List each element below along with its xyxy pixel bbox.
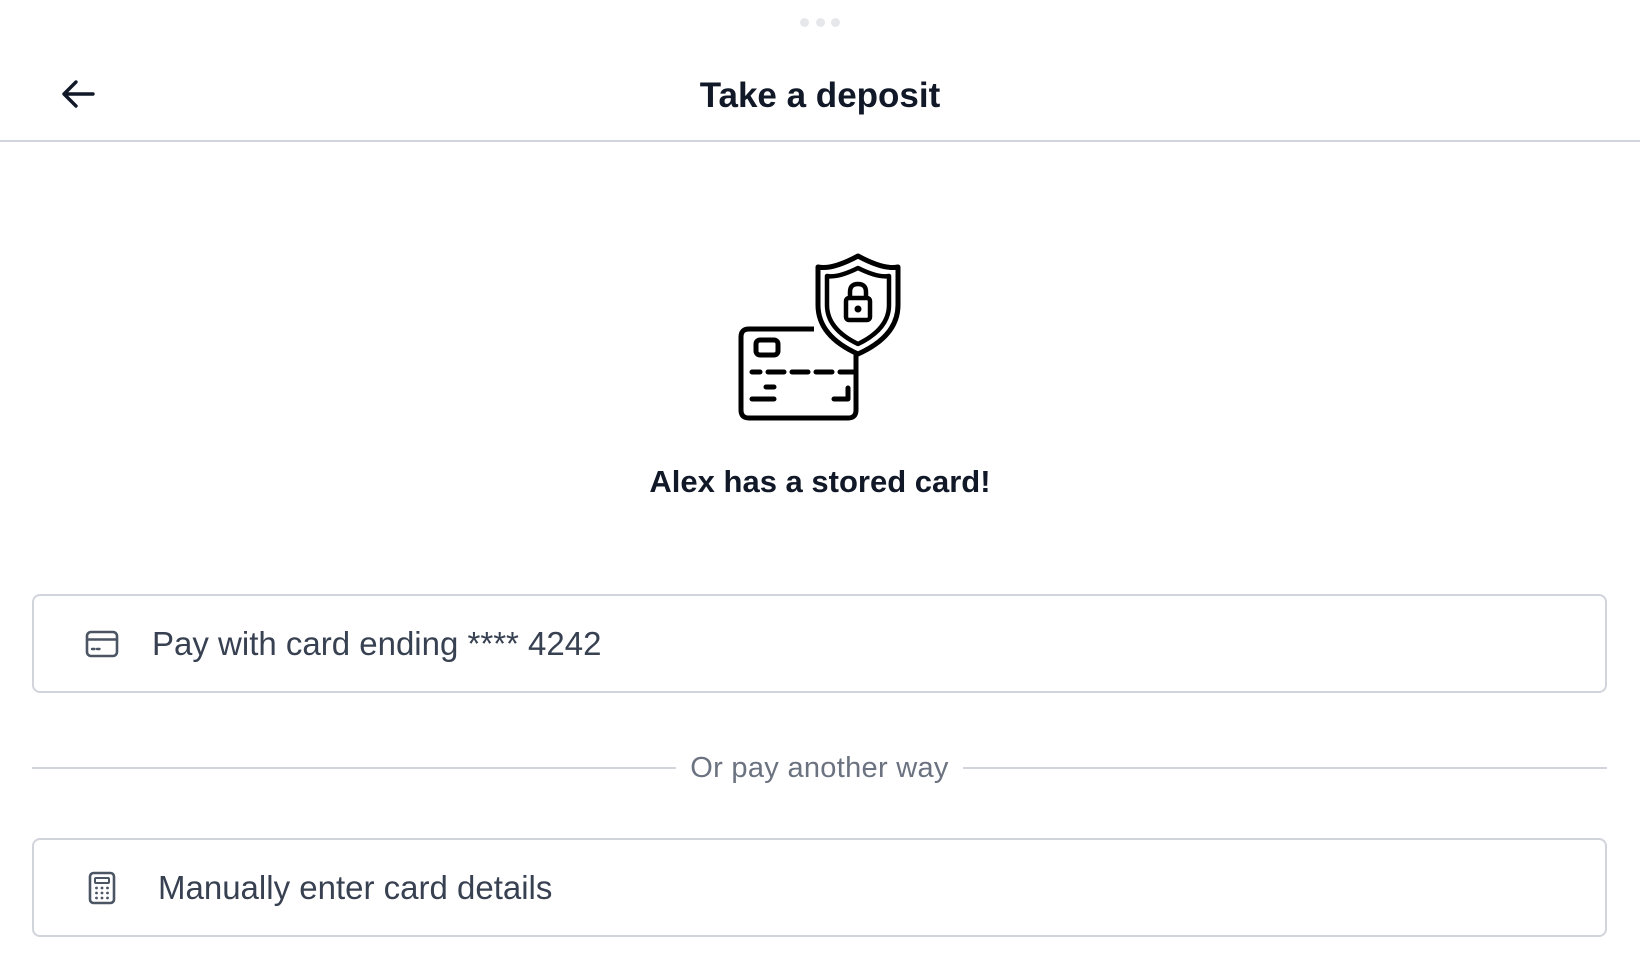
header: Take a deposit [0,0,1640,142]
manual-entry-label: Manually enter card details [158,868,553,906]
or-divider: Or pay another way [32,748,1608,788]
stored-card-message: Alex has a stored card! [649,464,991,499]
card-shield-lock-icon [736,250,906,424]
divider-text: Or pay another way [690,751,949,784]
manual-entry-button[interactable]: Manually enter card details [32,838,1607,937]
page-title: Take a deposit [699,76,941,115]
divider-line [962,767,1608,769]
stored-card-label: Pay with card ending **** 4242 [152,624,602,662]
pay-with-stored-card-button[interactable]: Pay with card ending **** 4242 [32,594,1607,693]
credit-card-icon [82,624,122,664]
divider-line [32,767,677,769]
calculator-icon [82,868,122,908]
